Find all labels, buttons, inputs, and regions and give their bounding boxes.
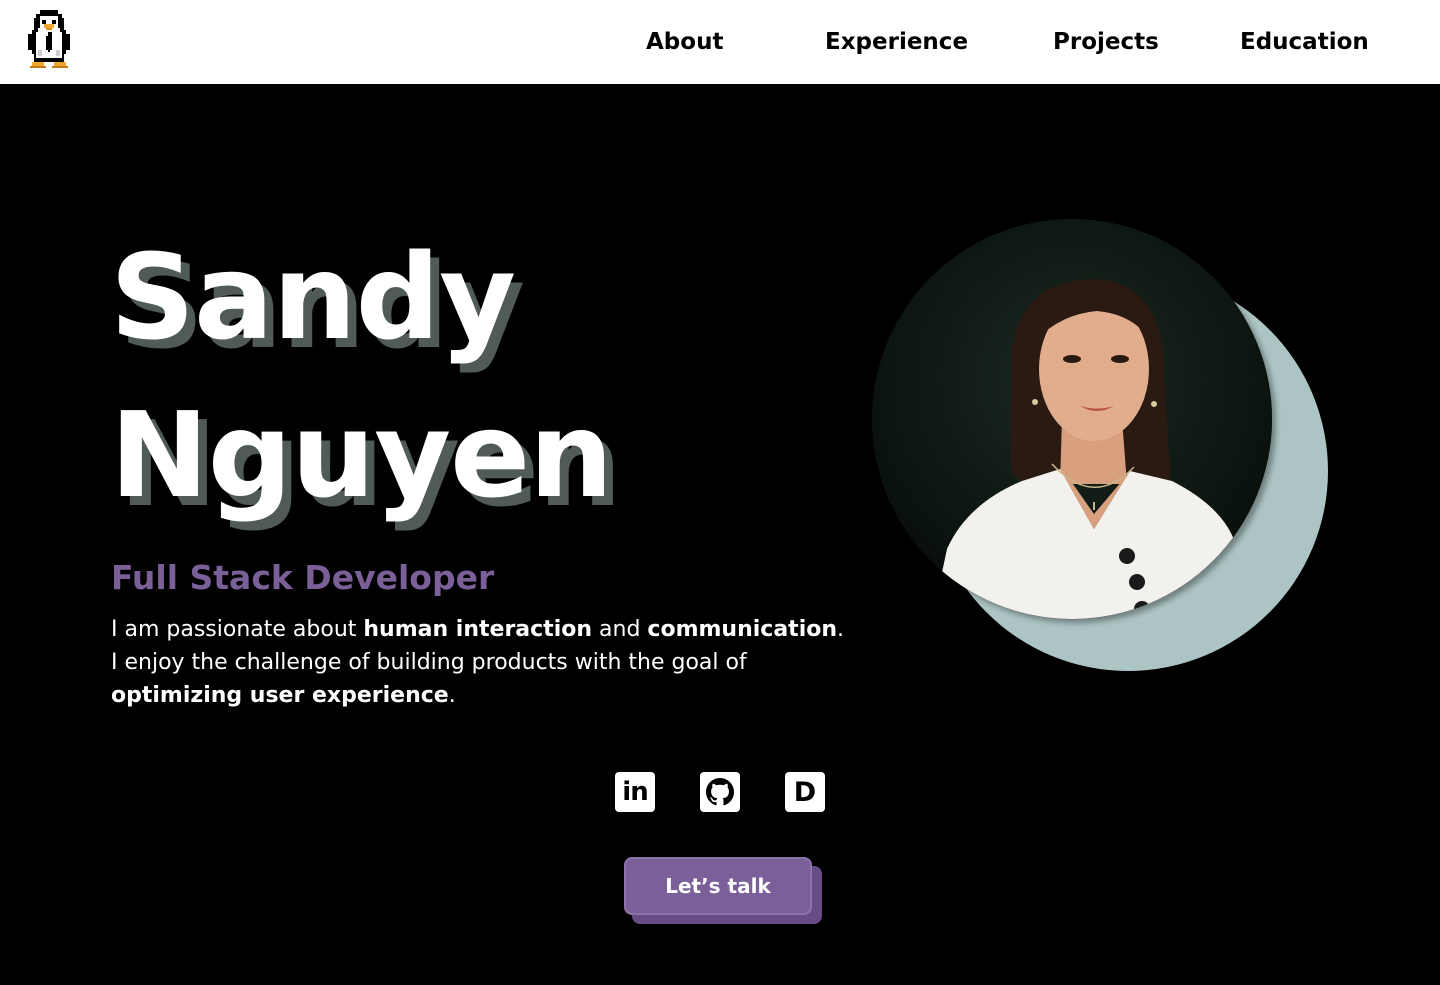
hero-role: Full Stack Developer	[111, 558, 495, 597]
bio-emphasis: human interaction	[363, 617, 593, 642]
linkedin-glyph: in	[622, 777, 648, 807]
github-glyph	[706, 778, 734, 806]
linkedin-icon[interactable]: in	[615, 772, 655, 812]
github-icon[interactable]	[700, 772, 740, 812]
devto-icon[interactable]: D	[785, 772, 825, 812]
bio-text: .	[837, 617, 845, 642]
hero-last-name: Nguyen	[110, 386, 613, 524]
top-nav: About Experience Projects Education	[0, 0, 1440, 84]
hero-first-name: Sandy	[110, 228, 516, 366]
pixel-penguin-logo-icon[interactable]	[24, 10, 74, 72]
hero-bio: I am passionate about human interaction …	[111, 613, 871, 712]
bio-emphasis: communication	[647, 617, 838, 642]
profile-photo	[872, 219, 1272, 619]
nav-link-projects[interactable]: Projects	[1053, 28, 1159, 56]
bio-emphasis: optimizing user experience	[111, 683, 449, 708]
lets-talk-button[interactable]: Let’s talk	[624, 857, 812, 915]
devto-glyph: D	[793, 776, 817, 808]
nav-link-about[interactable]: About	[646, 28, 723, 56]
bio-line-3: optimizing user experience.	[111, 679, 871, 712]
bio-text: .	[448, 683, 456, 708]
bio-text: and	[592, 617, 648, 642]
bio-line-1: I am passionate about human interaction …	[111, 613, 871, 646]
bio-line-2: I enjoy the challenge of building produc…	[111, 650, 747, 675]
nav-link-experience[interactable]: Experience	[825, 28, 968, 56]
bio-text: I am passionate about	[111, 617, 364, 642]
nav-link-education[interactable]: Education	[1240, 28, 1369, 56]
